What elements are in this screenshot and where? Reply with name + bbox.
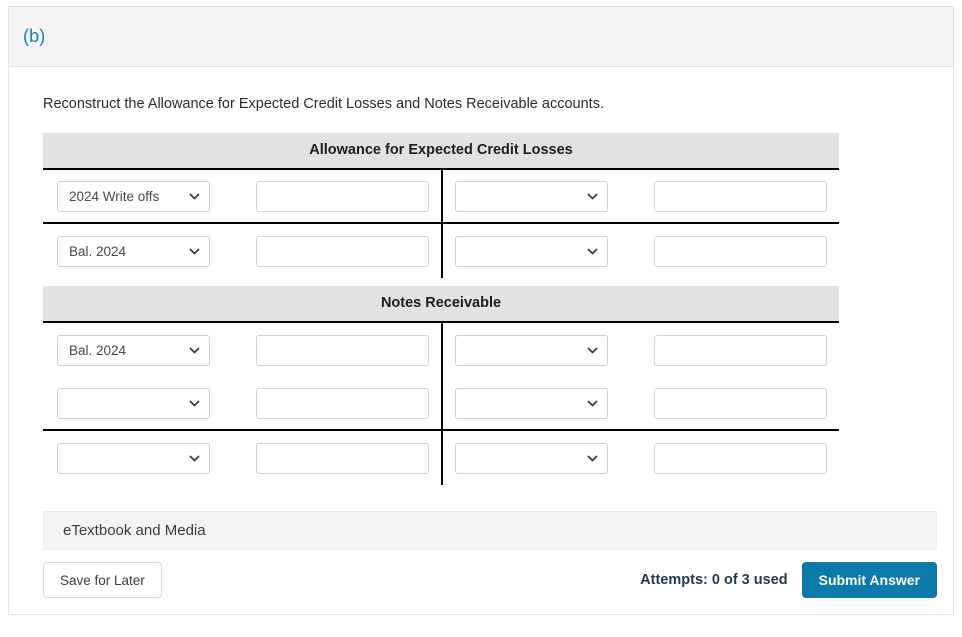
debit-account-cell	[43, 387, 243, 419]
taccount-0-row-0-debit-account-select-value: 2024 Write offs	[69, 188, 160, 204]
taccount: Allowance for Expected Credit Losses 2024…	[43, 133, 839, 279]
credit-amount-cell	[641, 442, 839, 474]
taccount-row: Bal. 2024	[43, 323, 839, 377]
debit-account-cell: Bal. 2024	[43, 235, 243, 267]
taccount-1-row-2-debit-account-select[interactable]	[57, 442, 210, 474]
taccount-1-row-2-credit-amount-input[interactable]	[654, 442, 827, 474]
credit-amount-cell	[641, 235, 839, 267]
taccount-row	[43, 377, 839, 432]
credit-account-cell	[441, 235, 641, 267]
taccount-row: Bal. 2024	[43, 224, 839, 278]
credit-amount-cell	[641, 180, 839, 212]
taccount-0-row-1-debit-amount-input[interactable]	[256, 235, 429, 267]
part-label: (b)	[23, 26, 46, 46]
credit-account-cell	[441, 387, 641, 419]
taccount-0-row-0-credit-amount-input[interactable]	[654, 180, 827, 212]
save-for-later-button[interactable]: Save for Later	[43, 562, 162, 599]
credit-amount-cell	[641, 334, 839, 366]
chevron-down-icon	[587, 345, 598, 356]
taccount-1-row-0-debit-amount-input[interactable]	[256, 334, 429, 366]
chevron-down-icon	[587, 191, 598, 202]
debit-amount-cell	[243, 387, 441, 419]
taccount-1-row-1-credit-amount-input[interactable]	[654, 387, 827, 419]
credit-account-cell	[441, 442, 641, 474]
action-bar: Save for Later Attempts: 0 of 3 used Sub…	[43, 562, 937, 599]
etextbook-label: eTextbook and Media	[63, 522, 206, 540]
credit-account-cell	[441, 334, 641, 366]
debit-amount-cell	[243, 442, 441, 474]
instruction-text: Reconstruct the Allowance for Expected C…	[43, 96, 604, 112]
card-body: Reconstruct the Allowance for Expected C…	[9, 67, 953, 614]
debit-account-cell: Bal. 2024	[43, 334, 243, 366]
taccount-1-row-1-debit-amount-input[interactable]	[256, 387, 429, 419]
taccount-0-row-0-debit-account-select[interactable]: 2024 Write offs	[57, 180, 210, 212]
chevron-down-icon	[189, 398, 200, 409]
taccount-row	[43, 431, 839, 485]
taccount-0-row-1-credit-account-select[interactable]	[455, 235, 608, 267]
taccount-1-row-0-debit-account-select[interactable]: Bal. 2024	[57, 334, 210, 366]
taccount-0-row-1-debit-account-select[interactable]: Bal. 2024	[57, 235, 210, 267]
question-card: (b) Reconstruct the Allowance for Expect…	[8, 6, 954, 616]
debit-account-cell: 2024 Write offs	[43, 180, 243, 212]
debit-amount-cell	[243, 235, 441, 267]
chevron-down-icon	[189, 345, 200, 356]
card-header: (b)	[9, 7, 953, 67]
taccount-1-row-2-credit-account-select[interactable]	[455, 442, 608, 474]
submit-answer-button[interactable]: Submit Answer	[801, 562, 937, 599]
taccount-title: Allowance for Expected Credit Losses	[43, 133, 839, 171]
credit-amount-cell	[641, 387, 839, 419]
etextbook-and-media-bar[interactable]: eTextbook and Media	[43, 511, 937, 551]
taccount: Notes Receivable Bal. 2024	[43, 286, 839, 486]
chevron-down-icon	[189, 246, 200, 257]
attempts-status: Attempts: 0 of 3 used	[640, 572, 788, 589]
taccount-rows: Bal. 2024	[43, 323, 839, 486]
taccount-1-row-2-debit-amount-input[interactable]	[256, 442, 429, 474]
chevron-down-icon	[587, 398, 598, 409]
chevron-down-icon	[189, 453, 200, 464]
submit-group: Attempts: 0 of 3 used Submit Answer	[640, 562, 937, 599]
debit-amount-cell	[243, 180, 441, 212]
taccount-title: Notes Receivable	[43, 286, 839, 324]
taccount-0-row-1-debit-account-select-value: Bal. 2024	[69, 243, 127, 259]
chevron-down-icon	[587, 453, 598, 464]
taccount-1-row-0-credit-account-select[interactable]	[455, 334, 608, 366]
taccount-0-row-0-debit-amount-input[interactable]	[256, 180, 429, 212]
taccount-1-row-0-credit-amount-input[interactable]	[654, 334, 827, 366]
taccount-1-row-0-debit-account-select-value: Bal. 2024	[69, 342, 127, 358]
taccount-0-row-0-credit-account-select[interactable]	[455, 180, 608, 212]
taccount-0-row-1-credit-amount-input[interactable]	[654, 235, 827, 267]
debit-account-cell	[43, 442, 243, 474]
taccounts-container: Allowance for Expected Credit Losses 2024…	[34, 133, 928, 486]
credit-account-cell	[441, 180, 641, 212]
taccount-row: 2024 Write offs	[43, 170, 839, 225]
chevron-down-icon	[587, 246, 598, 257]
taccount-1-row-1-debit-account-select[interactable]	[57, 387, 210, 419]
chevron-down-icon	[189, 191, 200, 202]
debit-amount-cell	[243, 334, 441, 366]
question-page: (b) Reconstruct the Allowance for Expect…	[0, 0, 962, 637]
taccount-rows: 2024 Write offs Bal. 2024	[43, 170, 839, 279]
taccount-1-row-1-credit-account-select[interactable]	[455, 387, 608, 419]
